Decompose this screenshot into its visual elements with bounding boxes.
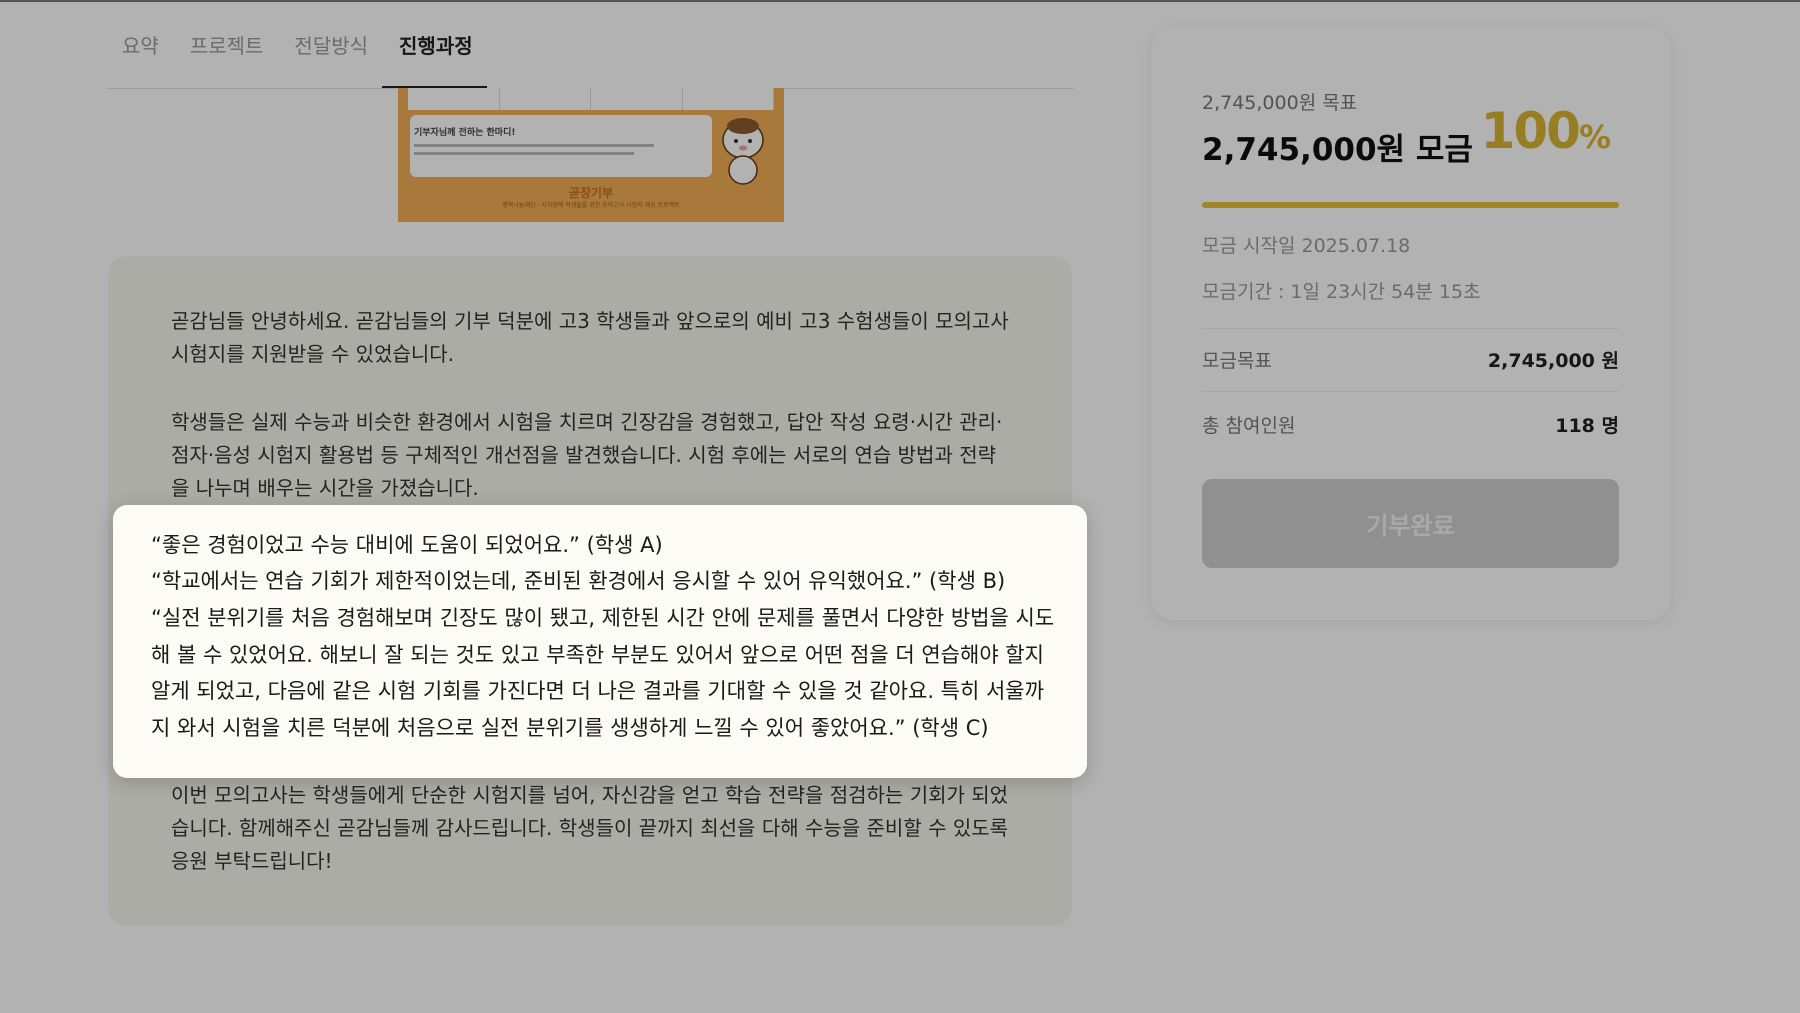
highlighted-quotes: “좋은 경험이었고 수능 대비에 도움이 되었어요.” (학생 A) “학교에서… — [113, 505, 1087, 778]
quote-student-a: “좋은 경험이었고 수능 대비에 도움이 되었어요.” (학생 A) — [151, 533, 663, 557]
quote-student-b: “학교에서는 연습 기회가 제한적이었는데, 준비된 환경에서 응시할 수 있어… — [151, 569, 1006, 593]
quote-student-c: “실전 분위기를 처음 경험해보며 긴장도 많이 됐고, 제한된 시간 안에 문… — [151, 606, 1055, 740]
